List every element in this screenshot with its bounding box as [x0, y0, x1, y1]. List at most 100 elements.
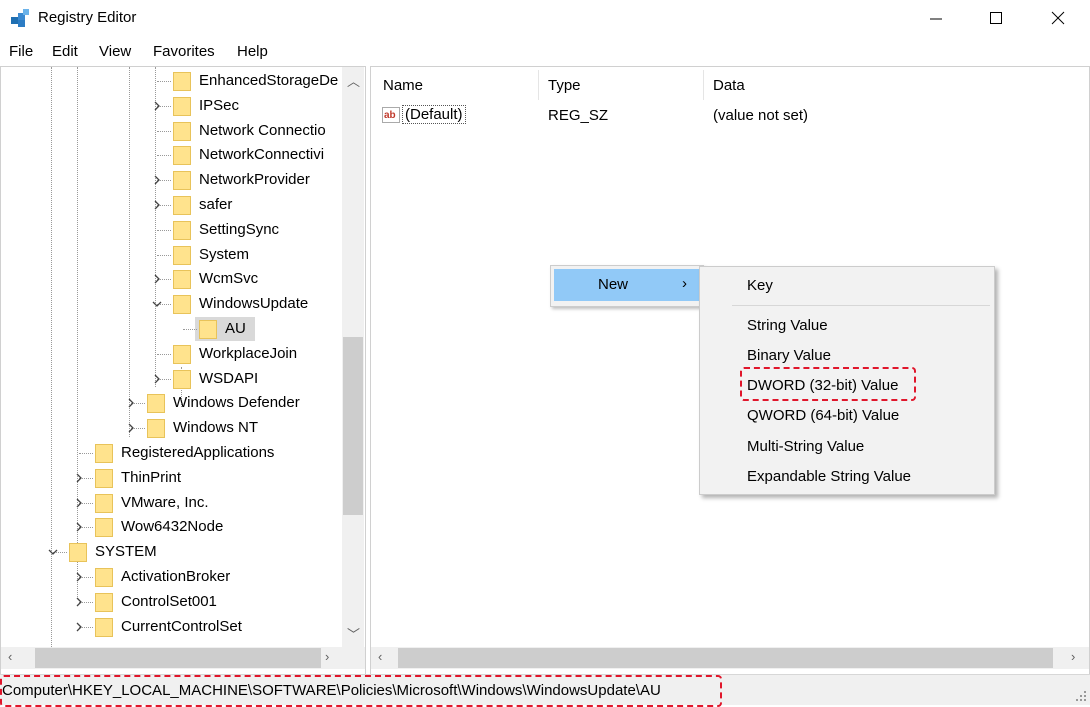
- submenu-item-expandable-string-value[interactable]: Expandable String Value: [747, 468, 911, 485]
- chevron-right-icon[interactable]: [73, 497, 85, 509]
- submenu-item-binary-value[interactable]: Binary Value: [747, 347, 831, 364]
- tree-item-label[interactable]: ThinPrint: [121, 469, 181, 486]
- tree-item-label[interactable]: AU: [225, 320, 246, 337]
- menu-view[interactable]: View: [99, 43, 131, 60]
- scroll-right-icon[interactable]: ›: [325, 649, 329, 664]
- tree-item[interactable]: ControlSet001: [1, 590, 341, 614]
- tree-item[interactable]: ThinPrint: [1, 466, 341, 490]
- title-bar: Registry Editor: [0, 0, 1090, 38]
- tree-item[interactable]: CurrentControlSet: [1, 615, 341, 639]
- tree-item-label[interactable]: VMware, Inc.: [121, 494, 209, 511]
- list-horizontal-scroll-thumb[interactable]: [398, 648, 1053, 668]
- chevron-right-icon[interactable]: [151, 100, 163, 112]
- tree-item-label[interactable]: WorkplaceJoin: [199, 345, 297, 362]
- tree-item[interactable]: ActivationBroker: [1, 565, 341, 589]
- tree-item-label[interactable]: Wow6432Node: [121, 518, 223, 535]
- scroll-left-icon[interactable]: ‹: [8, 649, 12, 664]
- scroll-up-icon[interactable]: ︿: [347, 71, 360, 90]
- chevron-right-icon[interactable]: [151, 199, 163, 211]
- tree-item-label[interactable]: Network Connectio: [199, 122, 326, 139]
- maximize-icon: [990, 12, 1002, 24]
- tree-item-label[interactable]: ActivationBroker: [121, 568, 230, 585]
- folder-icon: [173, 170, 191, 191]
- tree-item[interactable]: SettingSync: [1, 218, 341, 242]
- tree-item[interactable]: Windows Defender: [1, 391, 341, 415]
- tree-item[interactable]: RegisteredApplications: [1, 441, 341, 465]
- menu-help[interactable]: Help: [237, 43, 268, 60]
- value-name[interactable]: (Default): [402, 105, 466, 124]
- menu-file[interactable]: File: [9, 43, 33, 60]
- tree-pane[interactable]: EnhancedStorageDe IPSec Network Connectio N…: [0, 66, 366, 675]
- scroll-down-icon[interactable]: ﹀: [347, 624, 360, 643]
- tree-item-label[interactable]: Windows NT: [173, 419, 258, 436]
- tree-item[interactable]: Windows NT: [1, 416, 341, 440]
- chevron-down-icon[interactable]: [151, 298, 163, 310]
- tree-item[interactable]: safer: [1, 193, 341, 217]
- column-divider[interactable]: [703, 70, 704, 100]
- tree-item-label[interactable]: SYSTEM: [95, 543, 157, 560]
- close-button[interactable]: [1027, 0, 1089, 36]
- tree-item-label[interactable]: IPSec: [199, 97, 239, 114]
- tree-item[interactable]: Network Connectio: [1, 119, 341, 143]
- submenu-item-key[interactable]: Key: [747, 277, 773, 294]
- chevron-right-icon[interactable]: [73, 521, 85, 533]
- menu-favorites[interactable]: Favorites: [153, 43, 215, 60]
- tree-item[interactable]: Wow6432Node: [1, 515, 341, 539]
- tree-item[interactable]: WSDAPI: [1, 367, 341, 391]
- tree-item[interactable]: AU: [1, 317, 341, 341]
- tree-item-label[interactable]: Windows Defender: [173, 394, 300, 411]
- tree-vertical-scroll-thumb[interactable]: [343, 337, 363, 515]
- menu-edit[interactable]: Edit: [52, 43, 78, 60]
- list-horizontal-scrollbar[interactable]: ‹ ›: [371, 647, 1089, 669]
- tree-item[interactable]: IPSec: [1, 94, 341, 118]
- minimize-button[interactable]: [905, 0, 967, 36]
- tree-item[interactable]: SYSTEM: [1, 540, 341, 564]
- tree-item-label[interactable]: System: [199, 246, 249, 263]
- tree-item-label[interactable]: WSDAPI: [199, 370, 258, 387]
- tree-item[interactable]: EnhancedStorageDe: [1, 69, 341, 93]
- scroll-left-icon[interactable]: ‹: [378, 649, 382, 664]
- tree-item[interactable]: System: [1, 243, 341, 267]
- tree-item[interactable]: WindowsUpdate: [1, 292, 341, 316]
- tree-item-label[interactable]: WcmSvc: [199, 270, 258, 287]
- submenu-item-string-value[interactable]: String Value: [747, 317, 828, 334]
- tree-item-label[interactable]: EnhancedStorageDe: [199, 72, 338, 89]
- tree-item[interactable]: VMware, Inc.: [1, 491, 341, 515]
- submenu-item-qword-value[interactable]: QWORD (64-bit) Value: [747, 407, 899, 424]
- tree-item[interactable]: NetworkConnectivi: [1, 143, 341, 167]
- tree-horizontal-scroll-thumb[interactable]: [35, 648, 321, 668]
- chevron-right-icon[interactable]: [151, 273, 163, 285]
- chevron-right-icon[interactable]: [151, 174, 163, 186]
- chevron-right-icon[interactable]: [73, 596, 85, 608]
- tree-item-label[interactable]: CurrentControlSet: [121, 618, 242, 635]
- submenu-item-multi-string-value[interactable]: Multi-String Value: [747, 438, 864, 455]
- chevron-right-icon[interactable]: [73, 571, 85, 583]
- maximize-button[interactable]: [965, 0, 1027, 36]
- tree-item[interactable]: WcmSvc: [1, 267, 341, 291]
- tree-horizontal-scrollbar[interactable]: ‹ ›: [1, 647, 365, 669]
- tree-item-label[interactable]: WindowsUpdate: [199, 295, 308, 312]
- tree-item-label[interactable]: NetworkProvider: [199, 171, 310, 188]
- tree-item-label[interactable]: NetworkConnectivi: [199, 146, 324, 163]
- tree-item-label[interactable]: ControlSet001: [121, 593, 217, 610]
- column-divider[interactable]: [538, 70, 539, 100]
- folder-icon: [173, 369, 191, 389]
- resize-grip-icon[interactable]: [1075, 690, 1087, 702]
- tree-item-label[interactable]: RegisteredApplications: [121, 444, 274, 461]
- chevron-right-icon[interactable]: [125, 397, 137, 409]
- tree-item[interactable]: WorkplaceJoin: [1, 342, 341, 366]
- column-data-header[interactable]: Data: [713, 77, 745, 94]
- chevron-right-icon[interactable]: [73, 472, 85, 484]
- chevron-right-icon[interactable]: [73, 621, 85, 633]
- tree-item-label[interactable]: SettingSync: [199, 221, 279, 238]
- chevron-right-icon[interactable]: [151, 373, 163, 385]
- chevron-right-icon[interactable]: [125, 422, 137, 434]
- column-type-header[interactable]: Type: [548, 77, 581, 94]
- scroll-right-icon[interactable]: ›: [1071, 649, 1075, 664]
- tree-item-label[interactable]: safer: [199, 196, 232, 213]
- column-name-header[interactable]: Name: [383, 77, 423, 94]
- context-menu-new-label[interactable]: New: [598, 276, 628, 293]
- tree-vertical-scrollbar[interactable]: ︿ ﹀: [342, 67, 364, 647]
- chevron-down-icon[interactable]: [47, 546, 59, 558]
- tree-item[interactable]: NetworkProvider: [1, 168, 341, 192]
